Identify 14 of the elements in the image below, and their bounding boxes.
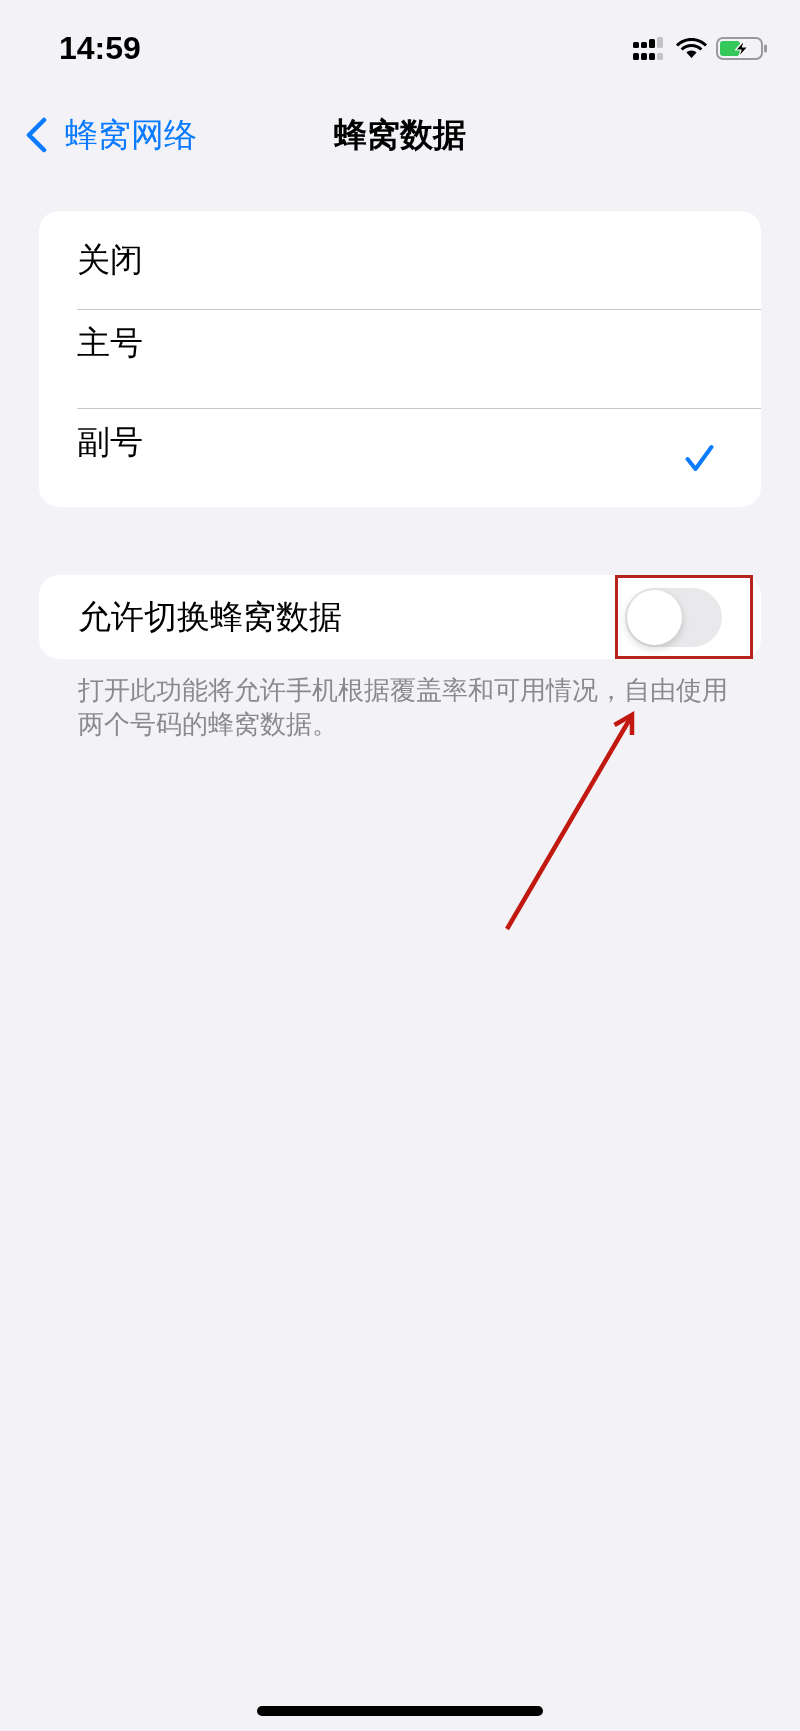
battery-icon <box>716 36 768 60</box>
toggle-label: 允许切换蜂窝数据 <box>78 597 342 637</box>
page-title: 蜂窝数据 <box>334 115 466 155</box>
option-row[interactable]: 副号 <box>77 408 761 507</box>
wifi-icon <box>676 37 707 59</box>
option-row[interactable]: 主号 <box>77 309 761 408</box>
signal-icon <box>633 36 664 60</box>
option-row[interactable]: 关闭 <box>77 211 761 309</box>
checkmark-icon <box>685 444 714 472</box>
chevron-left-icon <box>25 117 47 153</box>
toggle-switch[interactable] <box>625 587 722 647</box>
status-time: 14:59 <box>59 32 141 64</box>
footer-description: 打开此功能将允许手机根据覆盖率和可用情况，自由使用两个号码的蜂窝数据。 <box>78 675 728 740</box>
back-button[interactable]: 蜂窝网络 <box>25 115 197 155</box>
